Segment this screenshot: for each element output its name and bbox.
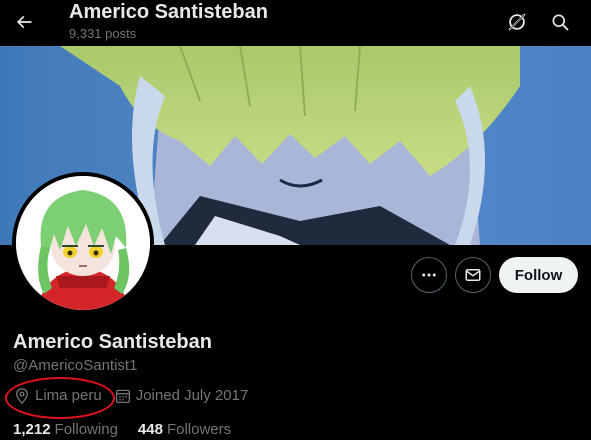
profile-page: Americo Santisteban 9,331 posts Follow A… xyxy=(0,0,591,440)
profile-meta: Lima peru Joined July 2017 xyxy=(13,386,260,406)
location-text: Lima peru xyxy=(35,387,102,404)
message-icon xyxy=(465,269,481,281)
grok-button[interactable] xyxy=(500,5,534,39)
joined-text: Joined July 2017 xyxy=(135,387,249,404)
follow-stats: 1,212 Following 448 Followers xyxy=(13,420,251,440)
following-label: Following xyxy=(54,421,118,438)
location-item: Lima peru xyxy=(13,386,102,406)
following-link[interactable]: 1,212 Following xyxy=(13,420,118,440)
page-title: Americo Santisteban xyxy=(69,1,268,23)
posts-count: 9,331 posts xyxy=(69,26,137,41)
search-icon xyxy=(552,14,569,31)
more-icon xyxy=(422,273,436,277)
followers-count: 448 xyxy=(137,421,163,438)
back-button[interactable] xyxy=(8,6,40,38)
location-pin-icon xyxy=(16,388,28,405)
search-button[interactable] xyxy=(543,5,577,39)
more-button[interactable] xyxy=(411,257,447,293)
following-count: 1,212 xyxy=(13,421,51,438)
top-bar: Americo Santisteban 9,331 posts xyxy=(0,0,591,46)
avatar[interactable] xyxy=(12,172,154,314)
display-name: Americo Santisteban xyxy=(13,331,212,353)
grok-icon xyxy=(508,13,526,31)
handle: @AmericoSantist1 xyxy=(13,357,138,374)
follow-button[interactable]: Follow xyxy=(499,257,578,293)
followers-link[interactable]: 448 Followers xyxy=(138,420,231,440)
message-button[interactable] xyxy=(455,257,491,293)
arrow-left-icon xyxy=(16,15,32,29)
calendar-icon xyxy=(115,389,130,404)
followers-label: Followers xyxy=(166,421,232,438)
header-title-block: Americo Santisteban 9,331 posts xyxy=(69,0,268,42)
joined-item: Joined July 2017 xyxy=(114,386,249,406)
